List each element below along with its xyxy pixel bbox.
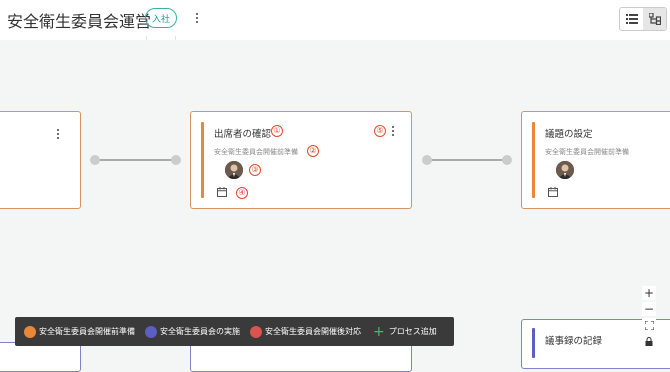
page-title: 安全衛生委員会運営 xyxy=(7,12,152,31)
assignee-avatar[interactable] xyxy=(225,161,243,179)
connector-line xyxy=(95,159,175,161)
person-avatar-icon xyxy=(556,161,574,179)
card-title: 出席者の確認 xyxy=(214,129,272,140)
card-title: 議事録の記録 xyxy=(545,336,603,347)
connector-handle[interactable] xyxy=(422,155,432,165)
add-process-label: プロセス追加 xyxy=(388,327,437,336)
card-category: 安全衛生委員会開催前準備 xyxy=(545,148,629,156)
legend-label: 安全衛生委員会の実施 xyxy=(160,327,240,336)
annotation-marker: ④ xyxy=(236,187,248,199)
annotation-marker: ⑤ xyxy=(374,125,386,137)
calendar-icon[interactable] xyxy=(217,187,227,197)
assignee-avatar[interactable] xyxy=(556,161,574,179)
connector-handle[interactable] xyxy=(90,155,100,165)
page-header: 安全衛生委員会運営 入社 xyxy=(0,0,670,50)
fit-view-icon xyxy=(644,320,654,330)
legend-item[interactable]: 安全衛生委員会の実施 xyxy=(145,325,240,338)
card-more-options-icon[interactable] xyxy=(53,126,63,142)
connector-handle[interactable] xyxy=(171,155,181,165)
zoom-in-button[interactable]: + xyxy=(642,286,656,300)
plus-icon: + xyxy=(373,323,385,340)
card-accent-bar xyxy=(532,122,535,198)
more-options-icon[interactable] xyxy=(192,10,202,26)
legend-label: 安全衛生委員会開催前準備 xyxy=(39,327,135,336)
list-view-button[interactable] xyxy=(620,8,643,30)
process-card[interactable]: 議題の設定 安全衛生委員会開催前準備 xyxy=(521,111,670,209)
fit-view-button[interactable] xyxy=(642,318,656,332)
view-toggle xyxy=(619,7,667,31)
process-card[interactable]: 出席者の確認 ① 安全衛生委員会開催前準備 ② ③ ④ ⑤ xyxy=(190,111,412,209)
legend-item[interactable]: 安全衛生委員会開催前準備 xyxy=(24,325,135,338)
process-card[interactable] xyxy=(0,342,81,372)
process-card-previous[interactable] xyxy=(0,111,81,209)
annotation-marker: ③ xyxy=(249,164,261,176)
connector-handle[interactable] xyxy=(502,155,512,165)
status-badge[interactable]: 入社 xyxy=(145,8,177,28)
flow-chart-icon xyxy=(648,13,661,25)
zoom-out-button[interactable]: − xyxy=(642,302,656,316)
card-more-options-icon[interactable] xyxy=(388,123,398,139)
connector-line xyxy=(427,159,507,161)
add-process-button[interactable]: + プロセス追加 xyxy=(373,325,437,339)
card-category: 安全衛生委員会開催前準備 xyxy=(214,148,298,156)
legend-label: 安全衛生委員会開催後対応 xyxy=(265,327,361,336)
process-legend: 安全衛生委員会開催前準備 安全衛生委員会の実施 安全衛生委員会開催後対応 + プ… xyxy=(15,317,454,346)
annotation-marker: ① xyxy=(271,125,283,137)
annotation-marker: ② xyxy=(307,145,319,157)
legend-color-dot xyxy=(145,325,157,338)
list-icon xyxy=(625,14,638,24)
legend-color-dot xyxy=(24,325,36,338)
lock-button[interactable] xyxy=(642,334,656,348)
calendar-icon[interactable] xyxy=(548,187,558,197)
lock-icon xyxy=(645,336,653,346)
legend-color-dot xyxy=(250,325,262,338)
legend-item[interactable]: 安全衛生委員会開催後対応 xyxy=(250,325,361,338)
process-card[interactable] xyxy=(190,342,412,372)
card-title: 議題の設定 xyxy=(545,129,593,140)
card-accent-bar xyxy=(201,122,204,198)
person-avatar-icon xyxy=(225,161,243,179)
flow-view-button[interactable] xyxy=(643,8,666,30)
